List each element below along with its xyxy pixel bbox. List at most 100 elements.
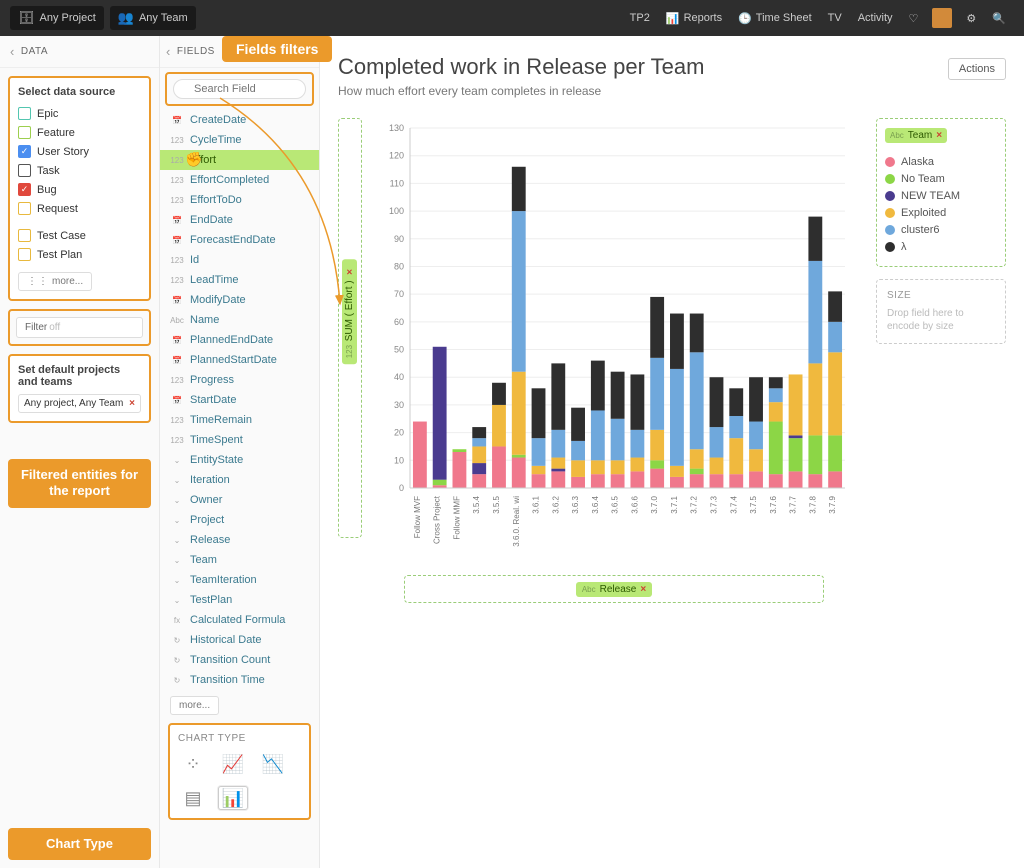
field-teamiteration[interactable]: ⌄TeamIteration [160,570,319,590]
field-type-icon: Abc [170,316,184,325]
legend-color-icon [885,157,895,167]
field-timeremain[interactable]: 123TimeRemain [160,410,319,430]
avatar[interactable] [932,8,952,28]
field-entitystate[interactable]: ⌄EntityState [160,450,319,470]
chart-type-area[interactable]: 📉 [258,752,288,776]
field-startdate[interactable]: 📅StartDate [160,390,319,410]
field-calculated-formula[interactable]: fxCalculated Formula [160,610,319,630]
nav-tp2[interactable]: TP2 [630,12,650,24]
field-type-icon: fx [170,616,184,625]
close-icon[interactable]: × [936,130,942,141]
source-test-case[interactable]: Test Case [18,226,141,245]
close-icon[interactable]: × [640,584,646,595]
chart-type-horizontal-bar[interactable]: ▤ [178,786,208,810]
settings-icon[interactable]: ⚙ [966,12,976,25]
chart-area: Completed work in Release per Team How m… [320,36,1024,868]
default-projects-section: Set default projects and teams Any proje… [8,354,151,423]
source-feature[interactable]: Feature [18,123,141,142]
x-axis-encoding-pill[interactable]: Abc Release × [576,582,652,597]
field-type-icon: 📅 [170,216,184,225]
close-icon[interactable]: × [129,398,135,409]
x-axis-dropzone[interactable]: Abc Release × [404,575,824,603]
legend-item[interactable]: No Team [885,173,997,185]
field-owner[interactable]: ⌄Owner [160,490,319,510]
field-type-icon: 123 [170,256,184,265]
field-team[interactable]: ⌄Team [160,550,319,570]
field-transition-time[interactable]: ↻Transition Time [160,670,319,690]
field-timespent[interactable]: 123TimeSpent [160,430,319,450]
chart-type-line[interactable]: 📈 [218,752,248,776]
project-team-selection[interactable]: Any project, Any Team × [18,394,141,413]
source-request[interactable]: Request [18,199,141,218]
filter-button[interactable]: Filteroff [16,317,143,338]
source-epic[interactable]: Epic [18,104,141,123]
actions-button[interactable]: Actions [948,58,1006,80]
default-projects-title: Set default projects and teams [18,364,141,388]
nav-reports[interactable]: 📊Reports [666,12,722,25]
search-icon[interactable]: 🔍 [992,12,1006,25]
back-icon[interactable]: ‹ [10,44,15,59]
field-progress[interactable]: 123Progress [160,370,319,390]
svg-text:3.6.5: 3.6.5 [611,495,620,513]
field-iteration[interactable]: ⌄Iteration [160,470,319,490]
field-testplan[interactable]: ⌄TestPlan [160,590,319,610]
svg-text:3.7.1: 3.7.1 [670,495,679,513]
svg-text:3.6.1: 3.6.1 [532,495,541,513]
field-transition-count[interactable]: ↻Transition Count [160,650,319,670]
team-selector[interactable]: 👥 Any Team [110,6,196,30]
more-fields-button[interactable]: more... [170,696,219,715]
more-sources-button[interactable]: ⋮⋮more... [18,272,92,291]
field-type-icon: 123 [170,416,184,425]
fields-panel-header: FIELDS [177,46,215,57]
source-test-plan[interactable]: Test Plan [18,245,141,264]
field-plannedstartdate[interactable]: 📅PlannedStartDate [160,350,319,370]
checkbox-icon [18,126,31,139]
data-panel: ‹ DATA Select data source EpicFeature✓Us… [0,36,160,868]
field-type-icon: ⌄ [170,476,184,485]
back-icon[interactable]: ‹ [166,44,171,59]
field-release[interactable]: ⌄Release [160,530,319,550]
field-type-icon: ⌄ [170,496,184,505]
briefcase-icon: 🗄 [18,10,35,26]
legend-item[interactable]: Alaska [885,156,997,168]
nav-activity[interactable]: Activity [858,12,893,24]
field-project[interactable]: ⌄Project [160,510,319,530]
field-type-icon: ⌄ [170,556,184,565]
field-type-icon: 123 [170,196,184,205]
legend-item[interactable]: Exploited [885,207,997,219]
color-encoding-pill[interactable]: Abc Team × [885,128,947,143]
svg-text:50: 50 [394,345,404,355]
size-drop-hint: Drop field here to encode by size [887,307,995,333]
favorites-icon[interactable]: ♡ [909,12,919,25]
chart-type-scatter[interactable]: ⁘ [178,752,208,776]
source-bug[interactable]: ✓Bug [18,180,141,199]
svg-text:3.6.3: 3.6.3 [571,495,580,513]
team-selector-label: Any Team [139,12,188,24]
svg-text:3.5.5: 3.5.5 [492,495,501,513]
source-user-story[interactable]: ✓User Story [18,142,141,161]
svg-text:3.7.9: 3.7.9 [828,495,837,513]
source-task[interactable]: Task [18,161,141,180]
svg-text:20: 20 [394,428,404,438]
field-type-icon: 📅 [170,236,184,245]
clock-icon: 🕒 [738,12,752,25]
svg-text:3.7.0: 3.7.0 [650,495,659,513]
checkbox-icon [18,164,31,177]
nav-timesheet[interactable]: 🕒Time Sheet [738,12,812,25]
chart-type-bar[interactable]: 📊 [218,786,248,810]
svg-text:10: 10 [394,455,404,465]
legend-color-icon [885,174,895,184]
size-dropzone[interactable]: SIZE Drop field here to encode by size [876,279,1006,344]
legend-item[interactable]: cluster6 [885,224,997,236]
legend-item[interactable]: NEW TEAM [885,190,997,202]
field-type-icon: 123 [170,176,184,185]
checkbox-icon [18,107,31,120]
svg-text:3.7.7: 3.7.7 [789,495,798,513]
nav-tv[interactable]: TV [828,12,842,24]
field-type-icon: ⌄ [170,516,184,525]
field-type-icon: 123 [170,376,184,385]
chart-icon: 📊 [666,12,680,25]
field-historical-date[interactable]: ↻Historical Date [160,630,319,650]
legend-item[interactable]: λ [885,241,997,253]
project-selector[interactable]: 🗄 Any Project [10,6,104,30]
